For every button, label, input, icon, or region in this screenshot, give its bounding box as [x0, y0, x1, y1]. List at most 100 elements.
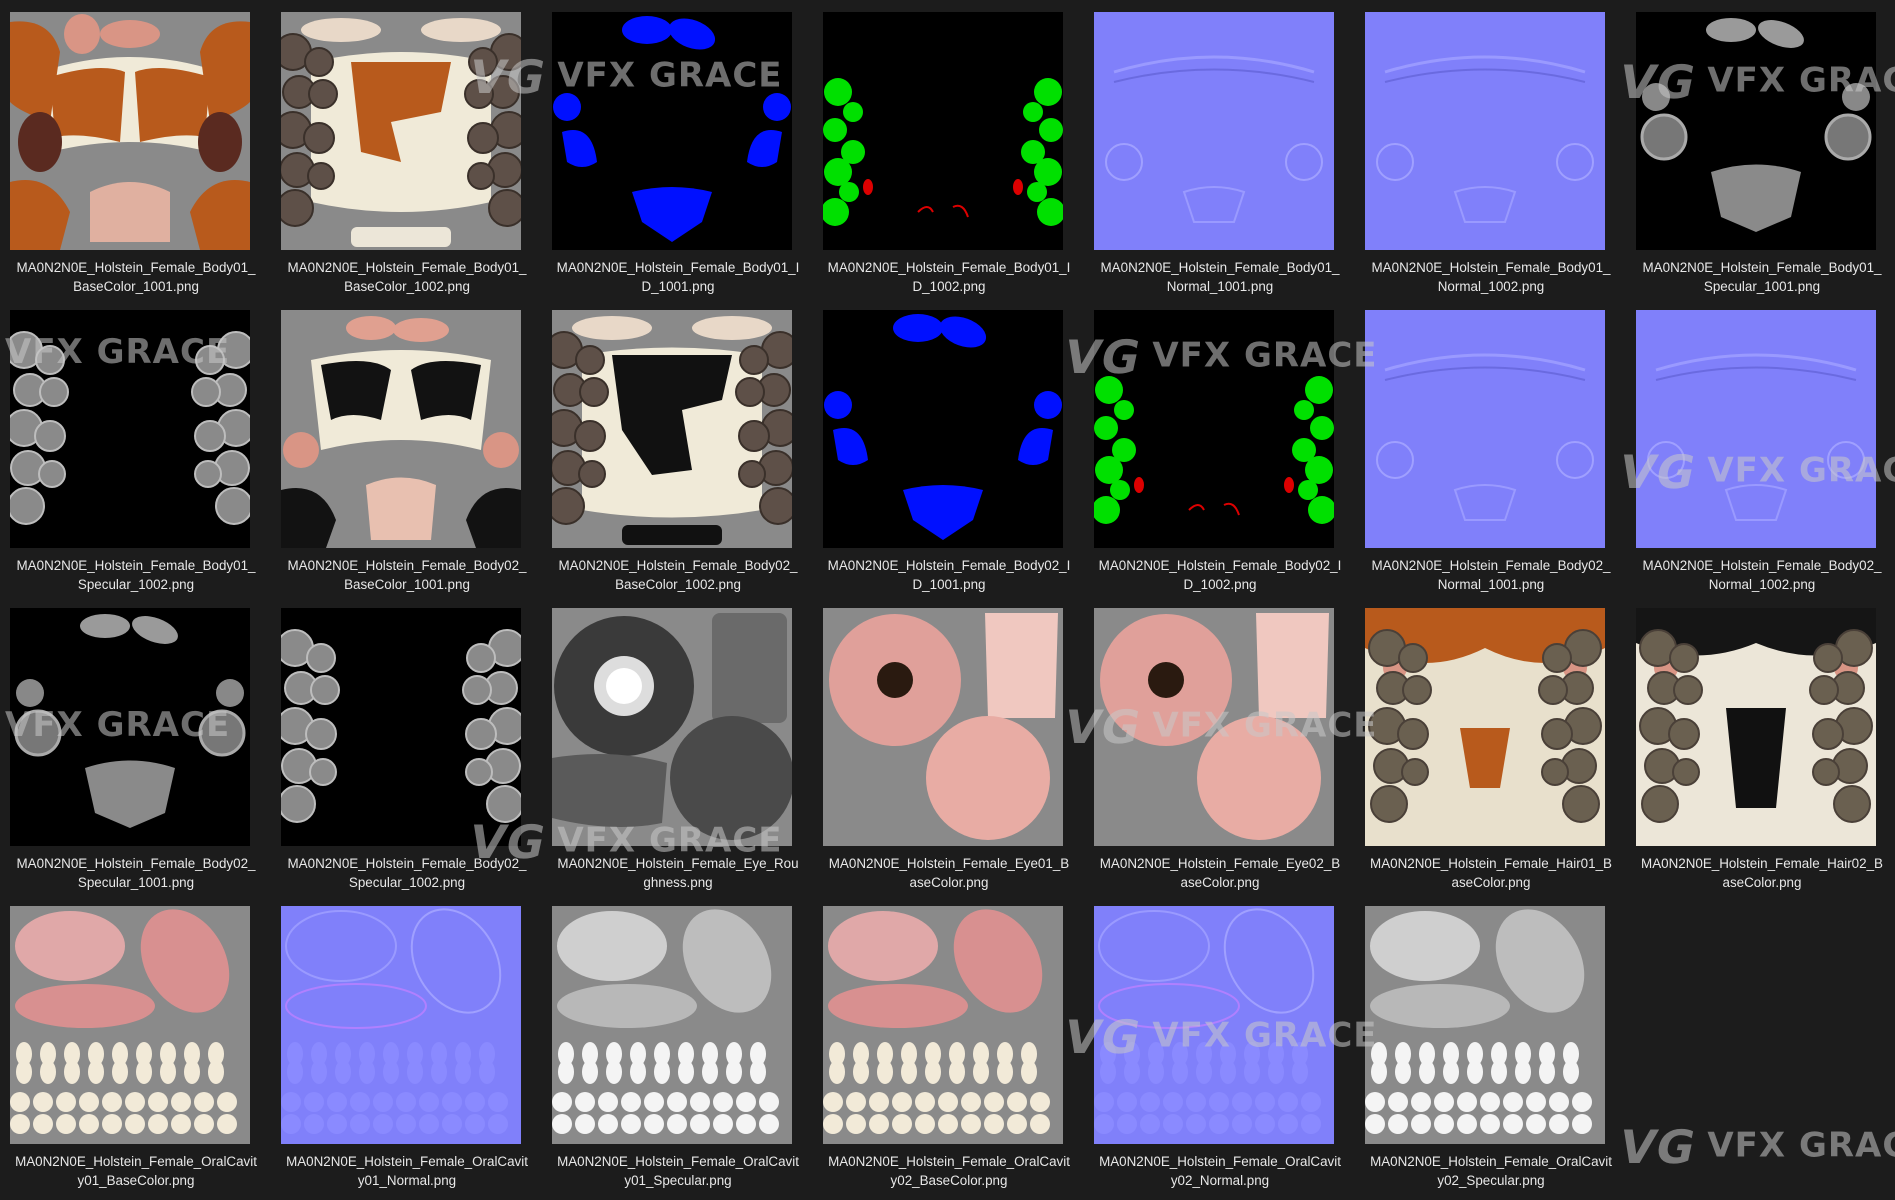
file-name[interactable]: MA0N2N0E_Holstein_Female_Body01_I D_1002.…: [813, 258, 1085, 296]
file-thumbnail[interactable]: [281, 906, 521, 1144]
file-item[interactable]: MA0N2N0E_Holstein_Female_OralCavit y02_Ba…: [813, 894, 1085, 1192]
file-name-line-2: y02_Specular.png: [1437, 1173, 1545, 1188]
file-thumbnail[interactable]: [281, 12, 521, 250]
file-name[interactable]: MA0N2N0E_Holstein_Female_OralCavit y01_Sp…: [542, 1152, 814, 1190]
file-name[interactable]: MA0N2N0E_Holstein_Female_Hair01_B aseColo…: [1355, 854, 1627, 892]
file-name[interactable]: MA0N2N0E_Holstein_Female_Body01_ BaseColo…: [271, 258, 543, 296]
file-item[interactable]: MA0N2N0E_Holstein_Female_Body02_ BaseColo…: [542, 298, 814, 596]
file-name-line-1: MA0N2N0E_Holstein_Female_Body02_: [1642, 558, 1882, 573]
file-item[interactable]: MA0N2N0E_Holstein_Female_OralCavit y02_No…: [1084, 894, 1356, 1192]
file-name[interactable]: MA0N2N0E_Holstein_Female_OralCavit y02_No…: [1084, 1152, 1356, 1190]
file-thumbnail[interactable]: [10, 906, 250, 1144]
file-thumbnail[interactable]: [1636, 608, 1876, 846]
file-name-line-2: y02_BaseColor.png: [890, 1173, 1008, 1188]
file-name-line-2: Normal_1001.png: [1166, 279, 1274, 294]
file-name-line-2: BaseColor_1002.png: [344, 279, 470, 294]
file-name-line-1: MA0N2N0E_Holstein_Female_OralCavit: [286, 1154, 528, 1169]
file-item[interactable]: MA0N2N0E_Holstein_Female_Body02_I D_1002.…: [1084, 298, 1356, 596]
file-name-line-1: MA0N2N0E_Holstein_Female_Body01_: [287, 260, 527, 275]
file-thumbnail[interactable]: [823, 310, 1063, 548]
file-name[interactable]: MA0N2N0E_Holstein_Female_Body01_ Normal_1…: [1355, 258, 1627, 296]
file-item[interactable]: MA0N2N0E_Holstein_Female_Eye_Rou ghness.p…: [542, 596, 814, 894]
file-item[interactable]: MA0N2N0E_Holstein_Female_Eye02_B aseColor…: [1084, 596, 1356, 894]
file-name[interactable]: MA0N2N0E_Holstein_Female_Body02_ BaseColo…: [271, 556, 543, 594]
file-thumbnail[interactable]: [10, 12, 250, 250]
file-item[interactable]: MA0N2N0E_Holstein_Female_Body02_ Specular…: [271, 596, 543, 894]
file-name[interactable]: MA0N2N0E_Holstein_Female_Body02_I D_1001.…: [813, 556, 1085, 594]
file-name-line-1: MA0N2N0E_Holstein_Female_Hair01_B: [1370, 856, 1612, 871]
file-name-line-2: y01_BaseColor.png: [77, 1173, 195, 1188]
file-item[interactable]: MA0N2N0E_Holstein_Female_Body01_ BaseColo…: [0, 0, 272, 298]
file-name-line-2: BaseColor_1001.png: [344, 577, 470, 592]
file-name-line-1: MA0N2N0E_Holstein_Female_OralCavit: [15, 1154, 257, 1169]
file-name[interactable]: MA0N2N0E_Holstein_Female_Eye_Rou ghness.p…: [542, 854, 814, 892]
file-name-line-1: MA0N2N0E_Holstein_Female_OralCavit: [557, 1154, 799, 1169]
file-name-line-1: MA0N2N0E_Holstein_Female_Body02_I: [827, 558, 1071, 573]
file-item[interactable]: MA0N2N0E_Holstein_Female_Body01_ Specular…: [0, 298, 272, 596]
file-item[interactable]: MA0N2N0E_Holstein_Female_Body01_ Normal_1…: [1084, 0, 1356, 298]
file-thumbnail[interactable]: [823, 906, 1063, 1144]
file-thumbnail[interactable]: [1365, 12, 1605, 250]
file-name[interactable]: MA0N2N0E_Holstein_Female_OralCavit y01_Ba…: [0, 1152, 272, 1190]
file-thumbnail[interactable]: [552, 12, 792, 250]
file-name-line-2: aseColor.png: [1722, 875, 1802, 890]
file-thumbnail[interactable]: [281, 310, 521, 548]
file-name-line-1: MA0N2N0E_Holstein_Female_OralCavit: [828, 1154, 1070, 1169]
file-name[interactable]: MA0N2N0E_Holstein_Female_OralCavit y02_Ba…: [813, 1152, 1085, 1190]
file-item[interactable]: MA0N2N0E_Holstein_Female_Body01_I D_1001.…: [542, 0, 814, 298]
file-name[interactable]: MA0N2N0E_Holstein_Female_Body02_ Specular…: [0, 854, 272, 892]
file-name-line-2: Specular_1002.png: [348, 875, 466, 890]
file-thumbnail[interactable]: [552, 906, 792, 1144]
file-item[interactable]: MA0N2N0E_Holstein_Female_Body01_ Normal_1…: [1355, 0, 1627, 298]
file-item[interactable]: MA0N2N0E_Holstein_Female_Body02_I D_1001.…: [813, 298, 1085, 596]
file-name[interactable]: MA0N2N0E_Holstein_Female_Body02_ BaseColo…: [542, 556, 814, 594]
file-name-line-1: MA0N2N0E_Holstein_Female_Body02_: [287, 558, 527, 573]
file-name[interactable]: MA0N2N0E_Holstein_Female_Hair02_B aseColo…: [1626, 854, 1895, 892]
file-item[interactable]: MA0N2N0E_Holstein_Female_OralCavit y01_Sp…: [542, 894, 814, 1192]
file-item[interactable]: MA0N2N0E_Holstein_Female_Body02_ Specular…: [0, 596, 272, 894]
file-thumbnail[interactable]: [1094, 608, 1334, 846]
file-item[interactable]: MA0N2N0E_Holstein_Female_Hair02_B aseColo…: [1626, 596, 1895, 894]
file-name[interactable]: MA0N2N0E_Holstein_Female_Body02_I D_1002.…: [1084, 556, 1356, 594]
file-name[interactable]: MA0N2N0E_Holstein_Female_Body01_ Specular…: [1626, 258, 1895, 296]
file-item[interactable]: MA0N2N0E_Holstein_Female_Hair01_B aseColo…: [1355, 596, 1627, 894]
file-name[interactable]: MA0N2N0E_Holstein_Female_OralCavit y02_Sp…: [1355, 1152, 1627, 1190]
file-item[interactable]: MA0N2N0E_Holstein_Female_Body01_I D_1002.…: [813, 0, 1085, 298]
file-name[interactable]: MA0N2N0E_Holstein_Female_Body02_ Specular…: [271, 854, 543, 892]
file-thumbnail[interactable]: [1365, 906, 1605, 1144]
file-thumbnail[interactable]: [1094, 12, 1334, 250]
file-thumbnail[interactable]: [281, 608, 521, 846]
file-thumbnail[interactable]: [552, 310, 792, 548]
file-thumbnail[interactable]: [1094, 310, 1334, 548]
file-item[interactable]: MA0N2N0E_Holstein_Female_OralCavit y01_No…: [271, 894, 543, 1192]
file-thumbnail[interactable]: [10, 310, 250, 548]
file-thumbnail[interactable]: [1636, 310, 1876, 548]
file-item[interactable]: MA0N2N0E_Holstein_Female_Body02_ Normal_1…: [1626, 298, 1895, 596]
file-item[interactable]: MA0N2N0E_Holstein_Female_Body02_ Normal_1…: [1355, 298, 1627, 596]
file-item[interactable]: MA0N2N0E_Holstein_Female_Body01_ BaseColo…: [271, 0, 543, 298]
file-item[interactable]: MA0N2N0E_Holstein_Female_OralCavit y02_Sp…: [1355, 894, 1627, 1192]
file-thumbnail[interactable]: [823, 12, 1063, 250]
file-thumbnail[interactable]: [552, 608, 792, 846]
file-name[interactable]: MA0N2N0E_Holstein_Female_Body01_ Specular…: [0, 556, 272, 594]
file-name[interactable]: MA0N2N0E_Holstein_Female_Eye02_B aseColor…: [1084, 854, 1356, 892]
file-name[interactable]: MA0N2N0E_Holstein_Female_Body02_ Normal_1…: [1626, 556, 1895, 594]
file-thumbnail[interactable]: [1365, 608, 1605, 846]
file-name[interactable]: MA0N2N0E_Holstein_Female_Body01_ Normal_1…: [1084, 258, 1356, 296]
file-item[interactable]: MA0N2N0E_Holstein_Female_Body01_ Specular…: [1626, 0, 1895, 298]
file-name[interactable]: MA0N2N0E_Holstein_Female_Body01_ BaseColo…: [0, 258, 272, 296]
file-name[interactable]: MA0N2N0E_Holstein_Female_OralCavit y01_No…: [271, 1152, 543, 1190]
file-thumbnail[interactable]: [1094, 906, 1334, 1144]
file-thumbnail[interactable]: [1365, 310, 1605, 548]
file-thumbnail[interactable]: [1636, 12, 1876, 250]
file-thumbnail[interactable]: [10, 608, 250, 846]
file-item[interactable]: MA0N2N0E_Holstein_Female_OralCavit y01_Ba…: [0, 894, 272, 1192]
file-item[interactable]: MA0N2N0E_Holstein_Female_Body02_ BaseColo…: [271, 298, 543, 596]
file-name[interactable]: MA0N2N0E_Holstein_Female_Body02_ Normal_1…: [1355, 556, 1627, 594]
file-item[interactable]: MA0N2N0E_Holstein_Female_Eye01_B aseColor…: [813, 596, 1085, 894]
file-name-line-2: y01_Normal.png: [357, 1173, 457, 1188]
file-name-line-2: D_1002.png: [1183, 577, 1257, 592]
file-thumbnail[interactable]: [823, 608, 1063, 846]
file-name[interactable]: MA0N2N0E_Holstein_Female_Body01_I D_1001.…: [542, 258, 814, 296]
file-name[interactable]: MA0N2N0E_Holstein_Female_Eye01_B aseColor…: [813, 854, 1085, 892]
